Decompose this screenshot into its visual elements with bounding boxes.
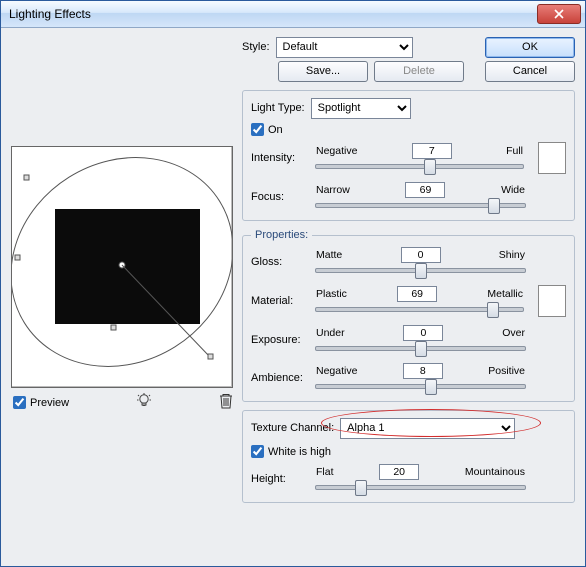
texture-group: Texture Channel: Alpha 1 White is high H… <box>242 410 575 503</box>
white-is-high-checkbox[interactable]: White is high <box>251 445 331 458</box>
style-label: Style: <box>242 41 270 53</box>
material-value[interactable] <box>397 286 437 302</box>
style-row: Style: Default OK <box>242 36 575 58</box>
light-type-label: Light Type: <box>251 102 305 114</box>
gloss-row: Gloss: Matte Shiny <box>251 247 566 277</box>
white-is-high-label: White is high <box>268 446 331 458</box>
focus-value[interactable] <box>405 182 445 198</box>
on-checkbox[interactable]: On <box>251 123 283 136</box>
focus-label: Focus: <box>251 191 307 203</box>
texture-channel-label: Texture Channel: <box>251 422 334 434</box>
focus-row: Focus: Narrow Wide <box>251 182 566 212</box>
ambience-row: Ambience: Negative Positive <box>251 363 566 393</box>
trash-icon[interactable] <box>218 392 234 413</box>
height-value[interactable] <box>379 464 419 480</box>
intensity-value[interactable] <box>412 143 452 159</box>
preview-canvas[interactable] <box>11 146 233 388</box>
intensity-slider[interactable] <box>315 159 524 173</box>
delete-button[interactable]: Delete <box>374 61 464 82</box>
light-color-swatch[interactable] <box>538 142 566 174</box>
on-label: On <box>268 124 283 136</box>
preview-checkbox[interactable]: Preview <box>13 396 69 409</box>
gloss-slider[interactable] <box>315 263 526 277</box>
exposure-value[interactable] <box>403 325 443 341</box>
lighting-effects-dialog: Lighting Effects <box>0 0 586 567</box>
save-button[interactable]: Save... <box>278 61 368 82</box>
content: Preview Style: Default OK <box>1 28 585 566</box>
height-slider[interactable] <box>315 480 526 494</box>
ambient-color-swatch[interactable] <box>538 285 566 317</box>
exposure-row: Exposure: Under Over <box>251 325 566 355</box>
gloss-value[interactable] <box>401 247 441 263</box>
intensity-row: Intensity: Negative Full <box>251 142 566 174</box>
exposure-slider[interactable] <box>315 341 526 355</box>
preview-label: Preview <box>30 397 69 409</box>
cancel-button[interactable]: Cancel <box>485 61 575 82</box>
style-select[interactable]: Default <box>276 37 413 58</box>
material-row: Material: Plastic Metallic <box>251 285 566 317</box>
properties-legend: Properties: <box>251 229 312 241</box>
preview-toolbar: Preview <box>11 388 236 417</box>
lightbulb-icon[interactable] <box>135 392 153 413</box>
properties-group: Properties: Gloss: Matte Shiny Mater <box>242 229 575 402</box>
texture-channel-select[interactable]: Alpha 1 <box>340 418 515 439</box>
material-slider[interactable] <box>315 302 524 316</box>
height-row: Height: Flat Mountainous <box>251 464 566 494</box>
light-type-select[interactable]: Spotlight <box>311 98 411 119</box>
focus-slider[interactable] <box>315 198 526 212</box>
right-column: Style: Default OK Save... Delete Cancel <box>242 36 575 558</box>
close-icon <box>554 9 564 19</box>
window-title: Lighting Effects <box>9 7 91 21</box>
close-button[interactable] <box>537 4 581 24</box>
intensity-label: Intensity: <box>251 152 307 164</box>
ambience-slider[interactable] <box>315 379 526 393</box>
left-column: Preview <box>11 36 236 558</box>
titlebar: Lighting Effects <box>1 1 585 28</box>
ambience-value[interactable] <box>403 363 443 379</box>
light-type-group: Light Type: Spotlight On Intensity: Nega… <box>242 90 575 221</box>
ok-button[interactable]: OK <box>485 37 575 58</box>
